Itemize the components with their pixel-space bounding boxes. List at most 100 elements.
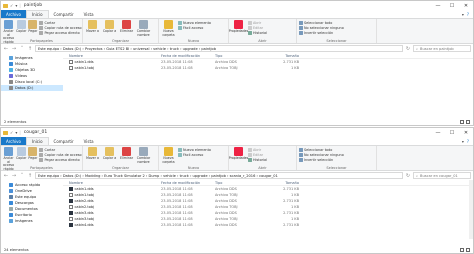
invert-selection-button[interactable]: Invertir selección bbox=[299, 158, 344, 162]
paste-button[interactable]: Pegar bbox=[28, 20, 37, 34]
chevron-down-icon[interactable]: ▾ bbox=[15, 3, 17, 8]
delete-button[interactable]: Eliminar bbox=[119, 147, 134, 161]
image-file-icon bbox=[69, 223, 73, 227]
back-icon[interactable]: ← bbox=[3, 46, 9, 52]
up-icon[interactable]: ↑ bbox=[27, 46, 33, 52]
new-item-button[interactable]: Nuevo elemento bbox=[178, 148, 211, 152]
tab-vista[interactable]: Vista bbox=[79, 137, 99, 145]
new-item-button[interactable]: Nuevo elemento bbox=[178, 21, 211, 25]
minimize-button[interactable]: — bbox=[431, 1, 445, 10]
select-all-button[interactable]: Seleccionar todo bbox=[299, 21, 344, 25]
history-button[interactable]: Historial bbox=[248, 31, 267, 35]
new-folder-button[interactable]: Nueva carpeta bbox=[161, 147, 176, 164]
open-button[interactable]: Abrir bbox=[248, 148, 267, 152]
chevron-down-icon[interactable]: ˅ bbox=[19, 173, 25, 179]
copy-to-button[interactable]: Copiar a bbox=[102, 147, 117, 161]
select-all-button[interactable]: Seleccionar todo bbox=[299, 148, 344, 152]
forward-icon[interactable]: → bbox=[11, 46, 17, 52]
rename-button[interactable]: Cambiar nombre bbox=[136, 20, 151, 37]
delete-button[interactable]: Eliminar bbox=[119, 20, 134, 34]
search-input[interactable]: ⌕ Buscar en cougar_01 bbox=[413, 172, 471, 179]
tab-archivo[interactable]: Archivo bbox=[1, 10, 26, 18]
easy-access-button[interactable]: Fácil acceso bbox=[178, 153, 211, 157]
refresh-icon[interactable]: ↻ bbox=[405, 46, 411, 52]
file-row[interactable]: cabin4.dds 23-05-2018 11:08 Archivo DDS … bbox=[63, 222, 473, 228]
copy-to-button[interactable]: Copiar a bbox=[102, 20, 117, 34]
tab-vista[interactable]: Vista bbox=[79, 10, 99, 18]
copy-icon bbox=[16, 147, 26, 156]
chevron-down-icon[interactable]: ▾ bbox=[15, 130, 17, 135]
tab-compartir[interactable]: Compartir bbox=[49, 137, 79, 145]
vertical-scrollbar[interactable] bbox=[469, 180, 473, 239]
copy-path-button[interactable]: Copiar ruta de acceso bbox=[39, 26, 82, 30]
invert-selection-button[interactable]: Invertir selección bbox=[299, 31, 344, 35]
tab-compartir[interactable]: Compartir bbox=[49, 10, 79, 18]
properties-button[interactable]: Propiedades bbox=[229, 147, 248, 161]
file-row[interactable]: cabin1.tobj 23-05-2018 11:08 Archivo TOB… bbox=[63, 65, 473, 71]
refresh-icon[interactable]: ↻ bbox=[405, 173, 411, 179]
tiles-view-icon[interactable] bbox=[466, 247, 470, 252]
properties-button[interactable]: Propiedades bbox=[229, 20, 248, 34]
file-date: 23-05-2018 11:08 bbox=[161, 217, 193, 221]
paste-shortcut-button[interactable]: Pegar acceso directo bbox=[39, 31, 81, 35]
copy-button[interactable]: Copiar bbox=[16, 20, 26, 34]
details-view-icon[interactable] bbox=[460, 119, 464, 124]
tiles-view-icon[interactable] bbox=[466, 119, 470, 124]
edit-button[interactable]: Editar bbox=[248, 153, 267, 157]
copy-button[interactable]: Copiar bbox=[16, 147, 26, 161]
move-to-button[interactable]: Mover a bbox=[85, 147, 100, 161]
check-icon[interactable]: ✓ bbox=[10, 3, 13, 8]
cut-button[interactable]: Cortar bbox=[39, 21, 81, 25]
help-icon[interactable]: ? bbox=[467, 12, 469, 17]
column-size[interactable]: Tamaño bbox=[269, 54, 299, 58]
pictures-icon bbox=[9, 56, 13, 60]
cut-button[interactable]: Cortar bbox=[39, 148, 81, 152]
forward-icon[interactable]: → bbox=[11, 173, 17, 179]
open-button[interactable]: Abrir bbox=[248, 21, 267, 25]
minimize-button[interactable]: — bbox=[431, 128, 445, 137]
search-input[interactable]: ⌕ Buscar en paintjob bbox=[413, 45, 471, 52]
navigation-pane: Acceso rápido OneDrive Este equipo Desca… bbox=[1, 180, 63, 246]
back-icon[interactable]: ← bbox=[3, 173, 9, 179]
move-icon bbox=[88, 147, 97, 156]
group-label: Seleccionar bbox=[326, 39, 347, 43]
paste-shortcut-button[interactable]: Pegar acceso directo bbox=[39, 158, 81, 162]
new-folder-button[interactable]: Nueva carpeta bbox=[161, 20, 176, 37]
address-bar[interactable]: Este equipo › Datos (D:) › Proyectos › G… bbox=[35, 45, 403, 52]
column-name[interactable]: Nombre bbox=[63, 181, 161, 185]
chevron-down-icon[interactable]: ▾ bbox=[462, 139, 464, 144]
paste-button[interactable]: Pegar bbox=[28, 147, 37, 161]
column-name[interactable]: Nombre bbox=[63, 54, 161, 58]
file-type: Archivo TOBJ bbox=[215, 217, 238, 221]
history-button[interactable]: Historial bbox=[248, 158, 267, 162]
nav-item-imagenes[interactable]: Imágenes bbox=[1, 218, 63, 224]
tab-inicio[interactable]: Inicio bbox=[25, 137, 49, 145]
tab-archivo[interactable]: Archivo bbox=[1, 137, 26, 145]
tab-inicio[interactable]: Inicio bbox=[25, 10, 49, 18]
details-view-icon[interactable] bbox=[460, 247, 464, 252]
close-button[interactable]: ✕ bbox=[459, 128, 473, 137]
copy-path-button[interactable]: Copiar ruta de acceso bbox=[39, 153, 82, 157]
select-none-button[interactable]: No seleccionar ninguno bbox=[299, 26, 344, 30]
help-icon[interactable]: ? bbox=[467, 139, 469, 144]
column-date[interactable]: Fecha de modificación bbox=[161, 54, 215, 58]
chevron-down-icon[interactable]: ˅ bbox=[19, 46, 25, 52]
column-date[interactable]: Fecha de modificación bbox=[161, 181, 215, 185]
column-type[interactable]: Tipo bbox=[215, 54, 269, 58]
chevron-down-icon[interactable]: ▾ bbox=[462, 12, 464, 17]
easy-access-button[interactable]: Fácil acceso bbox=[178, 26, 211, 30]
maximize-button[interactable]: ☐ bbox=[445, 1, 459, 10]
up-icon[interactable]: ↑ bbox=[27, 173, 33, 179]
maximize-button[interactable]: ☐ bbox=[445, 128, 459, 137]
select-none-button[interactable]: No seleccionar ninguno bbox=[299, 153, 344, 157]
nav-item-datos-d[interactable]: Datos (D:) bbox=[1, 85, 63, 91]
close-button[interactable]: ✕ bbox=[459, 1, 473, 10]
column-size[interactable]: Tamaño bbox=[269, 181, 299, 185]
address-bar[interactable]: Este equipo › Datos (D:) › Modding › Eur… bbox=[35, 172, 403, 179]
rename-button[interactable]: Cambiar nombre bbox=[136, 147, 151, 164]
edit-button[interactable]: Editar bbox=[248, 26, 267, 30]
folder-icon bbox=[3, 130, 8, 135]
column-type[interactable]: Tipo bbox=[215, 181, 269, 185]
check-icon[interactable]: ✓ bbox=[10, 130, 13, 135]
move-to-button[interactable]: Mover a bbox=[85, 20, 100, 34]
